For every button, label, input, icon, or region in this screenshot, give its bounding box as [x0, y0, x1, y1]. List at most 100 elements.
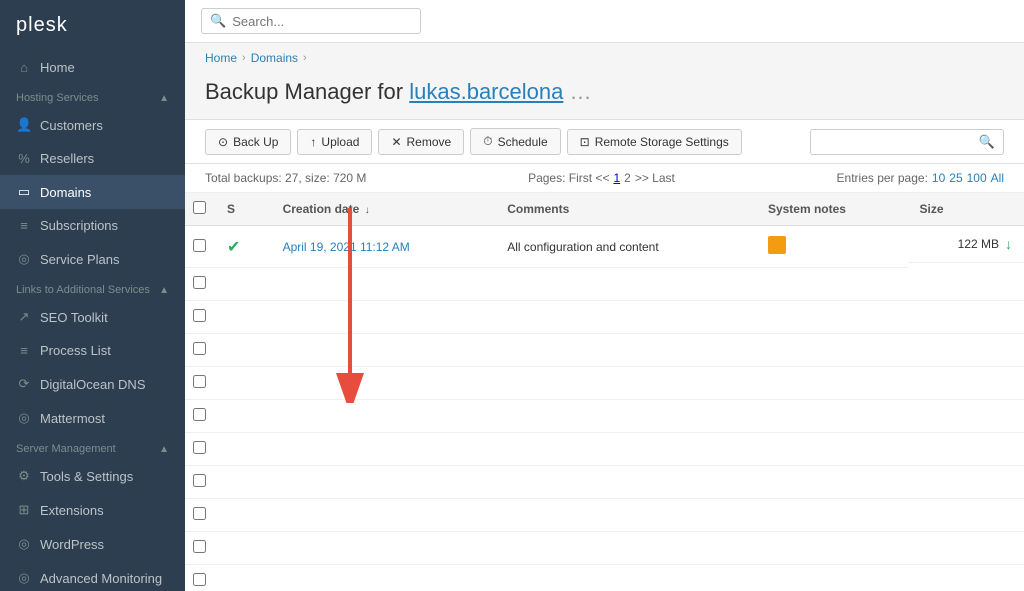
- table-row: [185, 268, 1024, 301]
- row-system-notes-cell: [756, 226, 908, 268]
- advanced-monitoring-icon: ◎: [16, 570, 32, 586]
- table-row: [185, 499, 1024, 532]
- sidebar-item-service-plans[interactable]: ◎ Service Plans: [0, 242, 185, 276]
- sidebar-item-tools-settings[interactable]: ⚙ Tools & Settings: [0, 459, 185, 493]
- sidebar-item-seo-toolkit[interactable]: ↗ SEO Toolkit: [0, 300, 185, 334]
- domain-link[interactable]: lukas.barcelona: [409, 79, 563, 104]
- entries-25[interactable]: 25: [949, 171, 962, 185]
- entries-100[interactable]: 100: [967, 171, 987, 185]
- page-title-ellipsis: …: [563, 79, 591, 104]
- row-checkbox[interactable]: [193, 507, 206, 520]
- schedule-button[interactable]: ⏱ Schedule: [470, 128, 560, 155]
- global-search-box[interactable]: 🔍: [201, 8, 421, 34]
- sidebar-item-advanced-monitoring[interactable]: ◎ Advanced Monitoring: [0, 561, 185, 591]
- upload-label: Upload: [321, 135, 359, 149]
- table-row: [185, 334, 1024, 367]
- row-date-cell: April 19, 2021 11:12 AM: [271, 226, 496, 268]
- size-header: Size: [908, 193, 1024, 226]
- content-area: Total backups: 27, size: 720 M Pages: Fi…: [185, 164, 1024, 591]
- status-header: S: [215, 193, 271, 226]
- page-2-link: 2: [624, 171, 631, 185]
- row-checkbox[interactable]: [193, 573, 206, 586]
- table-row: [185, 367, 1024, 400]
- sidebar-item-resellers[interactable]: % Resellers: [0, 142, 185, 175]
- row-comments-cell: All configuration and content: [495, 226, 756, 268]
- global-search-input[interactable]: [232, 14, 412, 29]
- seo-toolkit-icon: ↗: [16, 309, 32, 325]
- select-all-checkbox[interactable]: [193, 201, 206, 214]
- backup-table: S Creation date ↓ Comments System notes: [185, 193, 1024, 591]
- search-icon: 🔍: [210, 13, 226, 29]
- comments-header: Comments: [495, 193, 756, 226]
- customers-icon: 👤: [16, 117, 32, 133]
- sidebar-item-extensions[interactable]: ⊞ Extensions: [0, 493, 185, 527]
- tools-settings-icon: ⚙: [16, 468, 32, 484]
- row-checkbox[interactable]: [193, 408, 206, 421]
- sidebar-section-server-management[interactable]: Server Management ▲: [0, 435, 185, 459]
- table-row: [185, 565, 1024, 591]
- table-search-box[interactable]: 🔍: [810, 129, 1004, 155]
- schedule-label: Schedule: [498, 135, 548, 149]
- sidebar-section-label: Server Management: [16, 443, 116, 455]
- sidebar-section-hosting[interactable]: Hosting Services ▲: [0, 84, 185, 108]
- row-checkbox[interactable]: [193, 276, 206, 289]
- sidebar-item-label: Tools & Settings: [40, 469, 133, 484]
- sidebar-item-label: WordPress: [40, 537, 104, 552]
- row-checkbox[interactable]: [193, 540, 206, 553]
- backup-date-link[interactable]: April 19, 2021 11:12 AM: [283, 240, 410, 254]
- row-checkbox[interactable]: [193, 375, 206, 388]
- row-checkbox[interactable]: [193, 342, 206, 355]
- extensions-icon: ⊞: [16, 502, 32, 518]
- entries-label: Entries per page:: [837, 171, 928, 185]
- upload-icon: ↑: [310, 135, 316, 149]
- chevron-up-icon: ▲: [159, 285, 169, 296]
- select-all-header: [185, 193, 215, 226]
- remote-storage-button[interactable]: ⊡ Remote Storage Settings: [567, 129, 742, 155]
- row-checkbox[interactable]: [193, 239, 206, 252]
- sidebar-item-home[interactable]: ⌂ Home: [0, 51, 185, 84]
- sidebar-item-label: Service Plans: [40, 252, 119, 267]
- row-checkbox[interactable]: [193, 474, 206, 487]
- sidebar-item-mattermost[interactable]: ◎ Mattermost: [0, 401, 185, 435]
- remove-icon: ✕: [391, 135, 401, 149]
- mattermost-icon: ◎: [16, 410, 32, 426]
- remote-storage-icon: ⊡: [580, 135, 590, 149]
- upload-button[interactable]: ↑ Upload: [297, 129, 372, 155]
- breadcrumb-home[interactable]: Home: [205, 51, 237, 65]
- entries-10[interactable]: 10: [932, 171, 945, 185]
- sidebar-item-label: Subscriptions: [40, 218, 118, 233]
- row-checkbox[interactable]: [193, 441, 206, 454]
- sidebar-item-process-list[interactable]: ≡ Process List: [0, 334, 185, 367]
- creation-date-header[interactable]: Creation date ↓: [271, 193, 496, 226]
- sidebar-item-label: Process List: [40, 343, 111, 358]
- breadcrumb-sep-2: ›: [303, 52, 307, 64]
- row-checkbox[interactable]: [193, 309, 206, 322]
- topbar: 🔍: [185, 0, 1024, 43]
- table-row: [185, 466, 1024, 499]
- page-header: Backup Manager for lukas.barcelona …: [185, 73, 1024, 119]
- table-row: [185, 532, 1024, 565]
- sidebar-item-subscriptions[interactable]: ≡ Subscriptions: [0, 209, 185, 242]
- sidebar-section-links[interactable]: Links to Additional Services ▲: [0, 276, 185, 300]
- backup-button[interactable]: ⊙ Back Up: [205, 129, 291, 155]
- service-plans-icon: ◎: [16, 251, 32, 267]
- sidebar-item-label: SEO Toolkit: [40, 310, 108, 325]
- sidebar-section-label: Hosting Services: [16, 92, 99, 104]
- package-icon: [768, 236, 786, 254]
- chevron-up-icon: ▲: [159, 444, 169, 455]
- table-search-input[interactable]: [819, 134, 979, 149]
- sidebar-item-domains[interactable]: ▭ Domains: [0, 175, 185, 209]
- entries-all[interactable]: All: [991, 171, 1004, 185]
- download-icon[interactable]: ↓: [1005, 236, 1012, 252]
- sidebar-item-digitalocean-dns[interactable]: ⟳ DigitalOcean DNS: [0, 367, 185, 401]
- page-1-link[interactable]: 1: [613, 171, 620, 185]
- breadcrumb-domains[interactable]: Domains: [251, 51, 298, 65]
- digitalocean-icon: ⟳: [16, 376, 32, 392]
- table-row: [185, 433, 1024, 466]
- remove-button[interactable]: ✕ Remove: [378, 129, 464, 155]
- wordpress-icon: ◎: [16, 536, 32, 552]
- sidebar-item-customers[interactable]: 👤 Customers: [0, 108, 185, 142]
- sidebar-item-wordpress[interactable]: ◎ WordPress: [0, 527, 185, 561]
- table-meta: Total backups: 27, size: 720 M Pages: Fi…: [185, 164, 1024, 193]
- status-ok-icon: ✔: [227, 239, 240, 256]
